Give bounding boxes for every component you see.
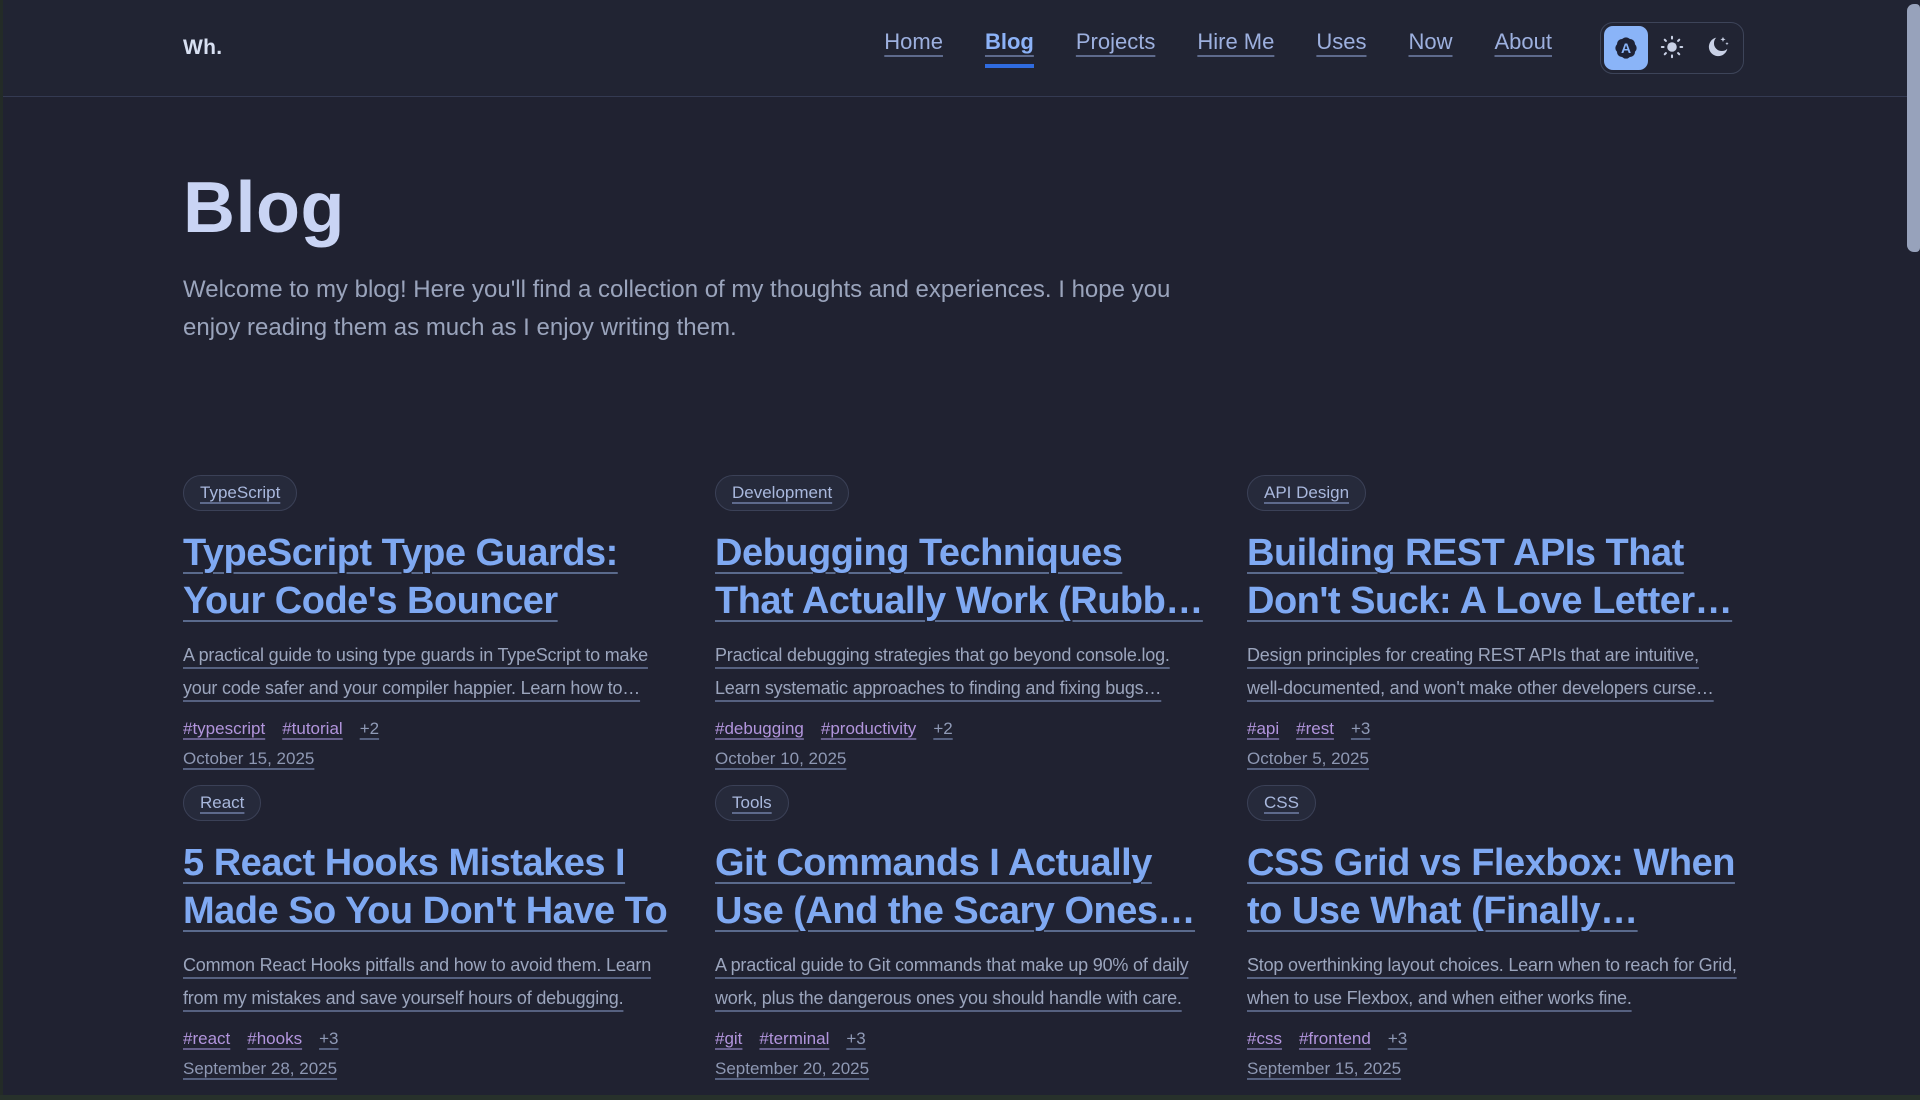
post-tags: #git #terminal +3 xyxy=(715,1028,1205,1049)
window-edge-bottom xyxy=(0,1095,1920,1100)
window-edge-left xyxy=(0,0,3,1100)
post-card: Tools Git Commands I Actually Use (And t… xyxy=(715,785,1205,1079)
post-tags: #api #rest +3 xyxy=(1247,718,1737,739)
post-category-badge[interactable]: CSS xyxy=(1247,785,1316,821)
sun-icon xyxy=(1659,34,1685,63)
post-card: Development Debugging Techniques That Ac… xyxy=(715,475,1205,769)
theme-dark-button[interactable] xyxy=(1696,26,1740,70)
post-description[interactable]: Practical debugging strategies that go b… xyxy=(715,639,1205,705)
post-title[interactable]: Building REST APIs That Don't Suck: A Lo… xyxy=(1247,529,1737,625)
post-date[interactable]: October 10, 2025 xyxy=(715,748,846,769)
post-card: React 5 React Hooks Mistakes I Made So Y… xyxy=(183,785,673,1079)
post-category-badge[interactable]: Development xyxy=(715,475,849,511)
theme-auto-button[interactable]: A xyxy=(1604,26,1648,70)
post-category-badge[interactable]: TypeScript xyxy=(183,475,297,511)
nav-link-home[interactable]: Home xyxy=(884,29,943,68)
post-tag[interactable]: #hooks xyxy=(247,1028,302,1049)
post-date[interactable]: October 5, 2025 xyxy=(1247,748,1369,769)
post-category-badge[interactable]: Tools xyxy=(715,785,789,821)
post-tags: #typescript #tutorial +2 xyxy=(183,718,673,739)
post-description[interactable]: A practical guide to Git commands that m… xyxy=(715,949,1205,1015)
post-date[interactable]: September 20, 2025 xyxy=(715,1058,869,1079)
post-category-badge[interactable]: React xyxy=(183,785,261,821)
post-description[interactable]: Common React Hooks pitfalls and how to a… xyxy=(183,949,673,1015)
nav-link-now[interactable]: Now xyxy=(1408,29,1452,68)
nav-link-projects[interactable]: Projects xyxy=(1076,29,1155,68)
post-more-tags[interactable]: +3 xyxy=(319,1028,338,1049)
post-description[interactable]: Stop overthinking layout choices. Learn … xyxy=(1247,949,1737,1015)
post-tag[interactable]: #terminal xyxy=(759,1028,829,1049)
post-tag[interactable]: #api xyxy=(1247,718,1279,739)
scrollbar-thumb[interactable] xyxy=(1907,4,1920,252)
nav-links: Home Blog Projects Hire Me Uses Now About xyxy=(884,29,1552,68)
post-tag[interactable]: #frontend xyxy=(1299,1028,1371,1049)
post-card: API Design Building REST APIs That Don't… xyxy=(1247,475,1737,769)
post-category-badge[interactable]: API Design xyxy=(1247,475,1366,511)
post-more-tags[interactable]: +3 xyxy=(846,1028,865,1049)
post-tag[interactable]: #css xyxy=(1247,1028,1282,1049)
theme-light-button[interactable] xyxy=(1650,26,1694,70)
main-content: Blog Welcome to my blog! Here you'll fin… xyxy=(0,171,1920,1100)
post-tag[interactable]: #tutorial xyxy=(282,718,342,739)
post-more-tags[interactable]: +3 xyxy=(1351,718,1370,739)
post-title[interactable]: TypeScript Type Guards: Your Code's Boun… xyxy=(183,529,673,625)
post-date[interactable]: September 15, 2025 xyxy=(1247,1058,1401,1079)
post-tag[interactable]: #git xyxy=(715,1028,742,1049)
post-date[interactable]: October 15, 2025 xyxy=(183,748,314,769)
posts-grid: TypeScript TypeScript Type Guards: Your … xyxy=(183,475,1737,1100)
post-description[interactable]: A practical guide to using type guards i… xyxy=(183,639,673,705)
post-tag[interactable]: #typescript xyxy=(183,718,265,739)
post-tag[interactable]: #debugging xyxy=(715,718,804,739)
post-tags: #css #frontend +3 xyxy=(1247,1028,1737,1049)
nav-link-about[interactable]: About xyxy=(1495,29,1553,68)
post-title[interactable]: Git Commands I Actually Use (And the Sca… xyxy=(715,839,1205,935)
auto-badge-letter: A xyxy=(1613,35,1639,61)
nav-link-uses[interactable]: Uses xyxy=(1316,29,1366,68)
post-more-tags[interactable]: +2 xyxy=(933,718,952,739)
nav-link-blog[interactable]: Blog xyxy=(985,29,1034,68)
post-title[interactable]: Debugging Techniques That Actually Work … xyxy=(715,529,1205,625)
post-card: CSS CSS Grid vs Flexbox: When to Use Wha… xyxy=(1247,785,1737,1079)
intro-text: Welcome to my blog! Here you'll find a c… xyxy=(183,271,1228,347)
post-date[interactable]: September 28, 2025 xyxy=(183,1058,337,1079)
moon-icon xyxy=(1705,34,1731,63)
theme-toggle: A xyxy=(1600,22,1744,74)
post-tag[interactable]: #react xyxy=(183,1028,230,1049)
post-tags: #react #hooks +3 xyxy=(183,1028,673,1049)
post-tag[interactable]: #productivity xyxy=(821,718,916,739)
post-card: TypeScript TypeScript Type Guards: Your … xyxy=(183,475,673,769)
site-logo[interactable]: Wh. xyxy=(183,36,222,60)
post-more-tags[interactable]: +3 xyxy=(1388,1028,1407,1049)
post-description[interactable]: Design principles for creating REST APIs… xyxy=(1247,639,1737,705)
post-title[interactable]: 5 React Hooks Mistakes I Made So You Don… xyxy=(183,839,673,935)
post-title[interactable]: CSS Grid vs Flexbox: When to Use What (F… xyxy=(1247,839,1737,935)
post-more-tags[interactable]: +2 xyxy=(360,718,379,739)
nav-link-hire-me[interactable]: Hire Me xyxy=(1197,29,1274,68)
post-tag[interactable]: #rest xyxy=(1296,718,1334,739)
post-tags: #debugging #productivity +2 xyxy=(715,718,1205,739)
top-navbar: Wh. HomeBlogProjectsHire MeUsesNowAbout … xyxy=(0,0,1920,97)
page-title: Blog xyxy=(183,171,1737,245)
auto-theme-icon: A xyxy=(1613,35,1639,61)
